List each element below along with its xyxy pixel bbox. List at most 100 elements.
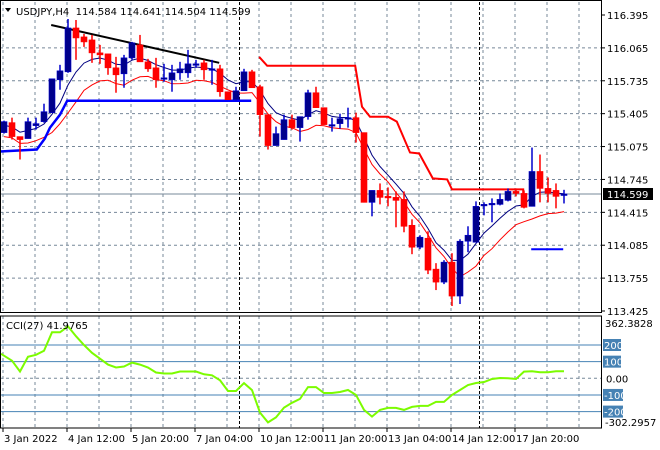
candle [360, 132, 368, 203]
candle-body [112, 67, 120, 76]
candle [120, 54, 128, 88]
candle-body [104, 53, 112, 69]
candle-body [328, 124, 336, 127]
candle-body [320, 107, 328, 125]
cci-level-label: -100 [604, 391, 627, 402]
candle-body [504, 191, 512, 201]
indicator-lines [0, 24, 601, 278]
candle-body [296, 116, 304, 128]
candle-body [488, 203, 496, 206]
time-label: 5 Jan 20:00 [132, 434, 189, 445]
candle-body [312, 92, 320, 108]
candle [488, 198, 496, 223]
candle [176, 61, 184, 80]
usdjpy-h4-chart[interactable]: 200 100 -100 -200 0.00 362.3828 -302.2957 CCI(2… [0, 0, 660, 450]
candle-body [448, 261, 456, 297]
candle-body [80, 36, 88, 43]
candle-body [544, 188, 552, 194]
cci-panel: 200 100 -100 -200 0.00 362.3828 -302.2957 CCI(2… [0, 319, 656, 429]
candle-body [72, 27, 80, 39]
candle [48, 78, 56, 113]
cci-zero-label: 0.00 [606, 374, 628, 385]
candle-body [560, 193, 568, 196]
candle-body [192, 63, 200, 66]
candle-body [16, 136, 24, 140]
candle [144, 58, 152, 72]
candle [456, 239, 464, 305]
candle-body [344, 117, 352, 120]
candle [24, 117, 32, 139]
candle [416, 235, 424, 250]
candle-body [360, 132, 368, 203]
price-tick-label: 115.735 [607, 77, 648, 88]
candle [312, 86, 320, 108]
candle [320, 107, 328, 125]
candle [296, 116, 304, 142]
candle [256, 84, 264, 137]
candle-body [376, 190, 384, 198]
candle-body [64, 27, 72, 73]
cci-level-label: 100 [604, 358, 623, 369]
time-label: 4 Jan 12:00 [68, 434, 125, 445]
candle [392, 191, 400, 228]
candle-body [216, 68, 224, 93]
candle-body [456, 240, 464, 297]
candle-body [464, 234, 472, 242]
candle-body [40, 111, 48, 122]
candle [528, 147, 536, 207]
candle-body [400, 199, 408, 227]
candle [272, 126, 280, 146]
candle-body [168, 72, 176, 81]
candle [432, 263, 440, 291]
candle [152, 57, 160, 88]
candle [240, 68, 248, 92]
price-tick-label: 114.085 [607, 241, 648, 252]
candle-body [136, 44, 144, 63]
candle-body [232, 90, 240, 101]
time-label: 17 Jan 20:00 [516, 434, 579, 445]
candle [264, 114, 272, 150]
candle [376, 183, 384, 205]
price-tick-label: 115.075 [607, 143, 648, 154]
candle-body [440, 261, 448, 283]
candle [448, 253, 456, 307]
candle-body [0, 121, 8, 133]
triangle-down-icon[interactable] [5, 8, 11, 12]
candle [136, 34, 144, 63]
candle-body [176, 68, 184, 74]
candle-body [432, 268, 440, 283]
price-tick-label: 116.395 [607, 11, 648, 22]
candle [560, 189, 568, 204]
cci-min-label: -302.2957 [605, 418, 656, 429]
candle-body [272, 133, 280, 146]
candle-body [208, 68, 216, 71]
candle-body [552, 190, 560, 197]
candle [8, 117, 16, 140]
candle [248, 69, 256, 89]
candle [552, 183, 560, 209]
price-tick-label: 116.065 [607, 44, 648, 55]
candle-body [536, 171, 544, 189]
time-label: 10 Jan 12:00 [260, 434, 323, 445]
candle [520, 190, 528, 209]
candle [352, 112, 360, 143]
chart-header: USDJPY,H4 114.584 114.641 114.504 114.59… [5, 7, 251, 18]
candle [0, 120, 8, 134]
candle [472, 201, 480, 243]
candle-body [32, 123, 40, 126]
candle-body [128, 42, 136, 59]
current-price-label: 114.599 [607, 190, 648, 201]
time-label: 14 Jan 12:00 [452, 434, 515, 445]
candle [192, 59, 200, 68]
candle [104, 53, 112, 75]
candle [480, 202, 488, 216]
symbol-info: USDJPY,H4 114.584 114.641 114.504 114.59… [16, 7, 251, 18]
candle [200, 59, 208, 80]
candle [64, 18, 72, 73]
candle-body [472, 206, 480, 243]
candle-body [408, 224, 416, 248]
price-tick-label: 114.415 [607, 208, 648, 219]
candle [304, 89, 312, 120]
candle [440, 260, 448, 285]
candle-body [88, 39, 96, 54]
